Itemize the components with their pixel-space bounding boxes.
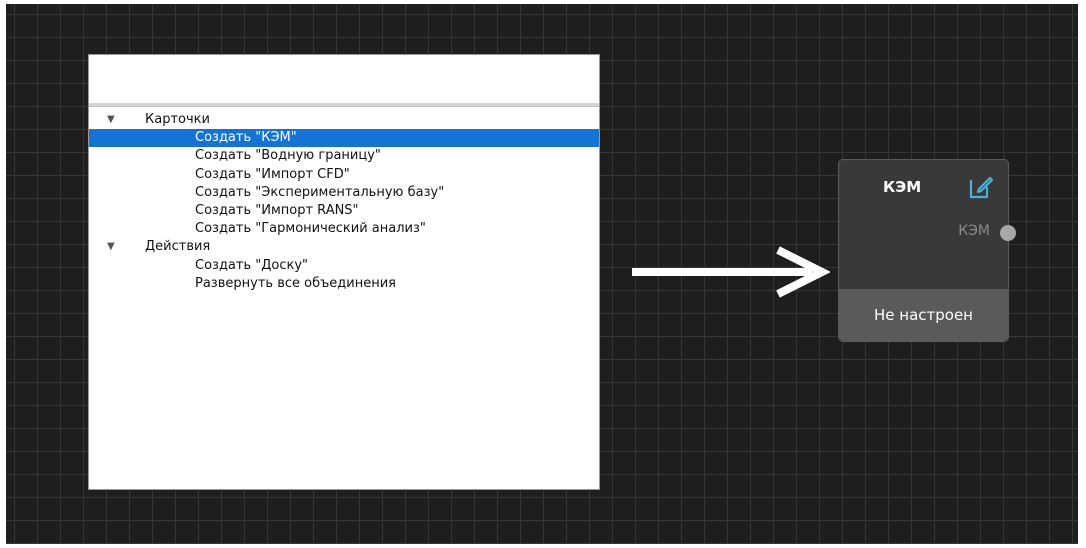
- search-separator: [89, 103, 599, 107]
- menu-item-create-experimental-base[interactable]: Создать "Экспериментальную базу": [89, 184, 599, 202]
- group-cards[interactable]: ▼ Карточки: [89, 111, 599, 129]
- node-status: Не настроен: [839, 289, 1008, 341]
- edit-icon[interactable]: [968, 174, 994, 200]
- node-header: КЭМ КЭМ: [839, 160, 1016, 288]
- menu-item-create-harmonic-analysis[interactable]: Создать "Гармонический анализ": [89, 220, 599, 238]
- expand-caret-icon[interactable]: ▼: [107, 238, 115, 256]
- menu-item-label: Создать "Водную границу": [195, 148, 381, 164]
- menu-item-create-water-boundary[interactable]: Создать "Водную границу": [89, 147, 599, 165]
- menu-tree: ▼ Карточки Создать "КЭМ" Создать "Водную…: [89, 111, 599, 293]
- menu-item-create-import-cfd[interactable]: Создать "Импорт CFD": [89, 166, 599, 184]
- menu-item-label: Создать "Гармонический анализ": [195, 221, 426, 237]
- menu-item-label: Создать "Экспериментальную базу": [195, 184, 445, 200]
- group-label: Действия: [145, 239, 211, 255]
- expand-caret-icon[interactable]: ▼: [107, 111, 115, 129]
- menu-item-create-import-rans[interactable]: Создать "Импорт RANS": [89, 202, 599, 220]
- node-canvas[interactable]: ▼ Карточки Создать "КЭМ" Создать "Водную…: [6, 4, 1078, 544]
- menu-item-label: Создать "Импорт CFD": [195, 166, 350, 182]
- menu-item-create-board[interactable]: Создать "Доску": [89, 257, 599, 275]
- create-menu-popup: ▼ Карточки Создать "КЭМ" Создать "Водную…: [88, 54, 600, 490]
- menu-item-expand-all-groups[interactable]: Развернуть все объединения: [89, 275, 599, 293]
- group-label: Карточки: [145, 112, 210, 127]
- menu-item-label: Создать "Импорт RANS": [195, 202, 359, 218]
- output-port[interactable]: [1000, 225, 1016, 241]
- menu-item-label: Создать "Доску": [195, 257, 309, 273]
- right-arrow-icon: [632, 246, 830, 298]
- group-actions[interactable]: ▼ Действия: [89, 238, 599, 256]
- menu-item-create-kem[interactable]: Создать "КЭМ": [89, 129, 599, 148]
- kem-node-card[interactable]: КЭМ КЭМ Не настроен: [838, 159, 1016, 342]
- search-input[interactable]: [90, 56, 598, 104]
- node-title: КЭМ: [883, 178, 922, 196]
- output-port-label: КЭМ: [958, 223, 990, 239]
- menu-item-label: Создать "КЭМ": [195, 130, 297, 146]
- menu-item-label: Развернуть все объединения: [195, 275, 396, 291]
